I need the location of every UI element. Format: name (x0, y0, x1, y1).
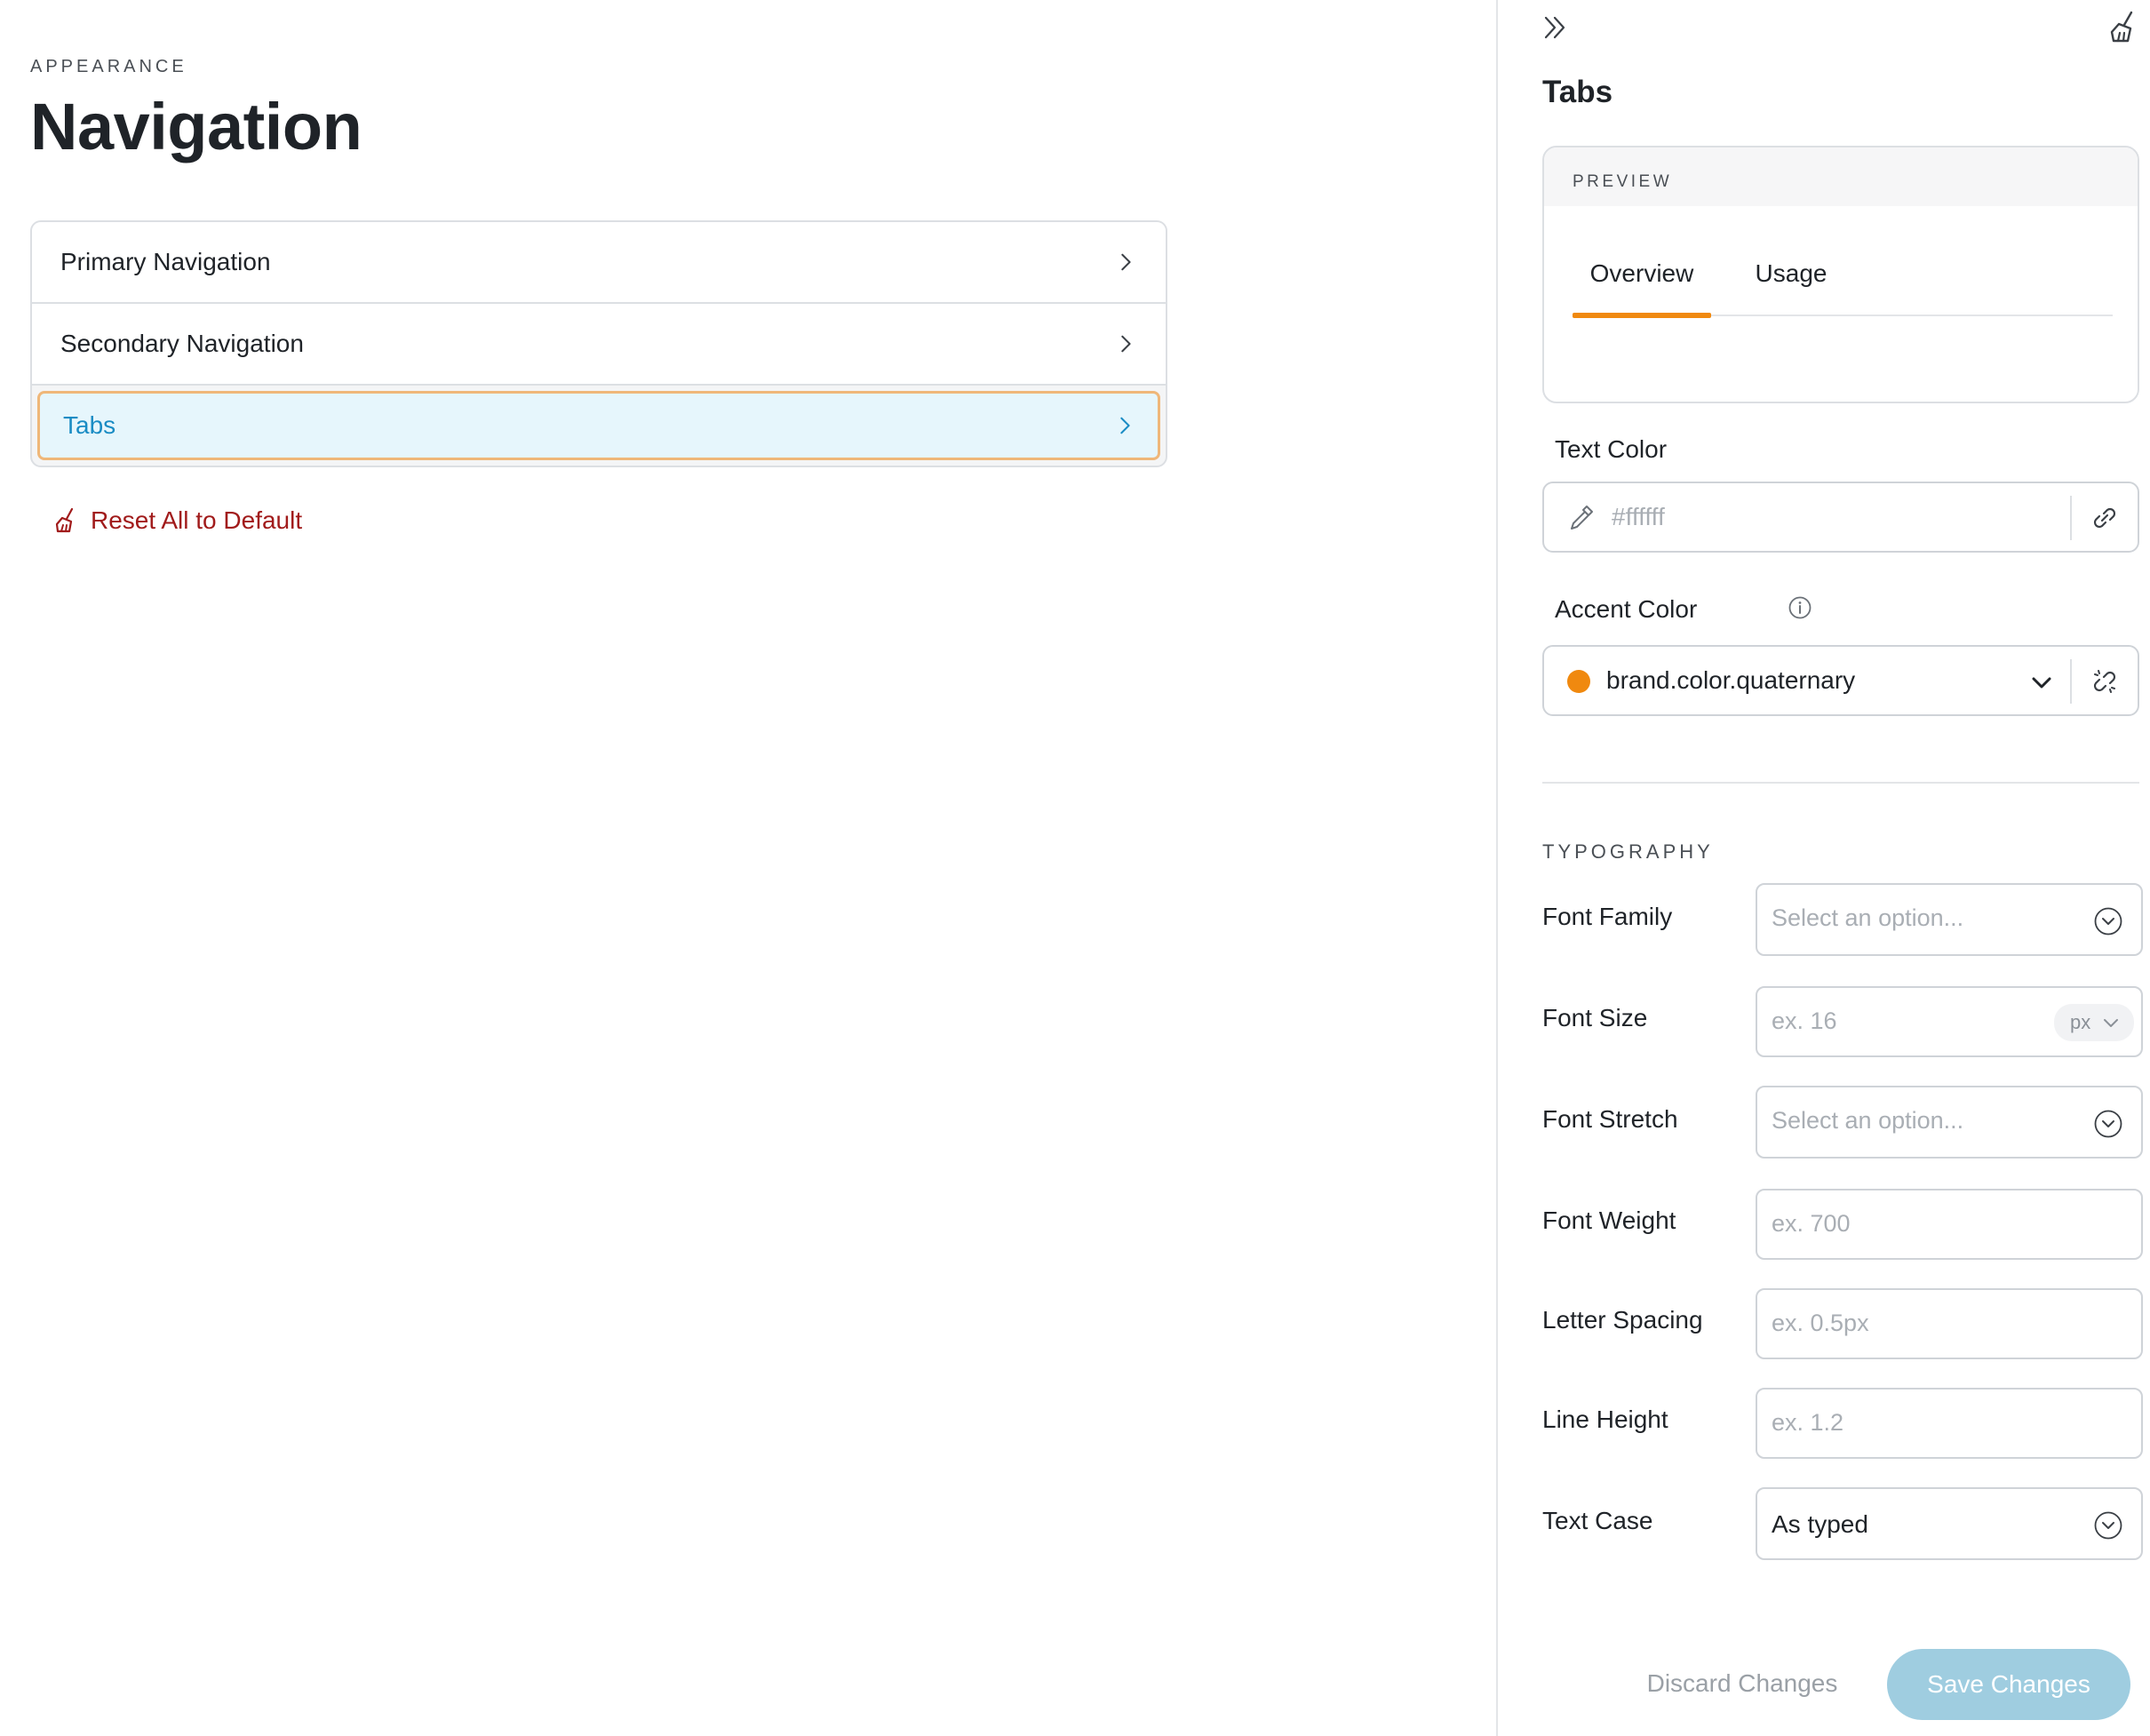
font-family-select[interactable] (1756, 883, 2143, 956)
double-chevron-right-icon (1544, 16, 1565, 39)
accent-color-label: Accent Color (1555, 595, 1698, 623)
chevron-down-icon (2104, 1019, 2119, 1027)
tab-overview[interactable]: Overview (1573, 259, 1711, 318)
chevron-down-circle-icon[interactable] (2093, 1510, 2123, 1541)
chevron-right-icon (1116, 252, 1135, 272)
panel-title: Tabs (1542, 75, 1613, 109)
letter-spacing-field (1756, 1288, 2143, 1359)
info-icon[interactable] (1788, 595, 1812, 620)
tab-label: Overview (1589, 259, 1694, 287)
field-divider (2070, 496, 2072, 540)
list-item-primary-navigation[interactable]: Primary Navigation (32, 222, 1166, 304)
section-eyebrow: APPEARANCE (30, 57, 187, 76)
list-item-label: Tabs (63, 411, 116, 439)
accent-color-swatch (1567, 670, 1590, 693)
main-content: APPEARANCE Navigation Primary Navigation… (0, 0, 1496, 1736)
text-case-value: As typed (1772, 1510, 1868, 1538)
font-family-label: Font Family (1542, 903, 1673, 930)
reset-all-button[interactable]: Reset All to Default (53, 506, 302, 535)
typography-heading: TYPOGRAPHY (1542, 840, 1714, 863)
list-item-tabs[interactable]: Tabs (37, 391, 1160, 460)
properties-panel: Tabs PREVIEW Overview Usage Text Color #… (1496, 0, 2150, 1736)
field-divider (2070, 659, 2072, 704)
reset-label: Reset All to Default (91, 506, 303, 534)
line-height-field (1756, 1388, 2143, 1459)
font-size-input[interactable] (1772, 1007, 2038, 1035)
font-weight-field (1756, 1189, 2143, 1260)
font-stretch-select[interactable] (1756, 1086, 2143, 1159)
navigation-settings-list: Primary Navigation Secondary Navigation … (30, 220, 1167, 467)
line-height-label: Line Height (1542, 1406, 1668, 1433)
preview-card: PREVIEW Overview Usage (1542, 146, 2139, 403)
discard-changes-button[interactable]: Discard Changes (1622, 1652, 1862, 1715)
letter-spacing-input[interactable] (1772, 1310, 2065, 1337)
tab-usage[interactable]: Usage (1747, 259, 1835, 316)
letter-spacing-label: Letter Spacing (1542, 1306, 1703, 1334)
list-item-label: Secondary Navigation (60, 330, 304, 357)
collapse-panel-button[interactable] (1541, 12, 1571, 43)
page-title: Navigation (30, 90, 362, 163)
preview-label: PREVIEW (1544, 147, 2138, 206)
chevron-down-circle-icon[interactable] (2093, 1109, 2123, 1139)
list-item-secondary-navigation[interactable]: Secondary Navigation (32, 304, 1166, 386)
unit-value: px (2070, 1011, 2091, 1033)
unlink-token-icon[interactable] (2088, 665, 2122, 698)
font-weight-label: Font Weight (1542, 1206, 1676, 1234)
font-size-label: Font Size (1542, 1004, 1648, 1031)
chevron-down-circle-icon[interactable] (2093, 906, 2123, 936)
preview-tabs: Overview Usage (1573, 259, 2113, 318)
accent-color-value: brand.color.quaternary (1606, 666, 1856, 694)
font-family-input[interactable] (1772, 904, 2065, 932)
text-case-label: Text Case (1542, 1507, 1653, 1534)
chevron-right-icon (1116, 334, 1135, 354)
reset-panel-button[interactable] (2107, 9, 2143, 44)
font-size-field: px (1756, 986, 2143, 1057)
accent-color-select[interactable]: brand.color.quaternary (1542, 645, 2139, 716)
broom-icon (2110, 11, 2133, 43)
save-changes-button[interactable]: Save Changes (1887, 1649, 2130, 1720)
text-color-input[interactable] (1612, 503, 2038, 531)
link-token-icon[interactable] (2088, 501, 2122, 535)
section-divider (1542, 782, 2139, 784)
line-height-input[interactable] (1772, 1409, 2065, 1437)
text-color-field (1542, 482, 2139, 553)
text-case-select[interactable]: As typed (1756, 1487, 2143, 1560)
broom-icon (55, 507, 74, 533)
eyedropper-icon[interactable] (1565, 503, 1596, 533)
active-tab-indicator (1573, 313, 1711, 318)
unit-select[interactable]: px (2054, 1004, 2134, 1041)
list-item-label: Primary Navigation (60, 248, 271, 275)
font-weight-input[interactable] (1772, 1210, 2065, 1238)
font-stretch-label: Font Stretch (1542, 1105, 1678, 1133)
font-stretch-input[interactable] (1772, 1107, 2065, 1135)
tab-label: Usage (1755, 259, 1828, 287)
chevron-down-icon[interactable] (2029, 670, 2054, 695)
accent-color-label-row: Accent Color (1555, 595, 1812, 624)
text-color-label: Text Color (1555, 435, 1668, 463)
chevron-right-icon (1115, 416, 1135, 435)
